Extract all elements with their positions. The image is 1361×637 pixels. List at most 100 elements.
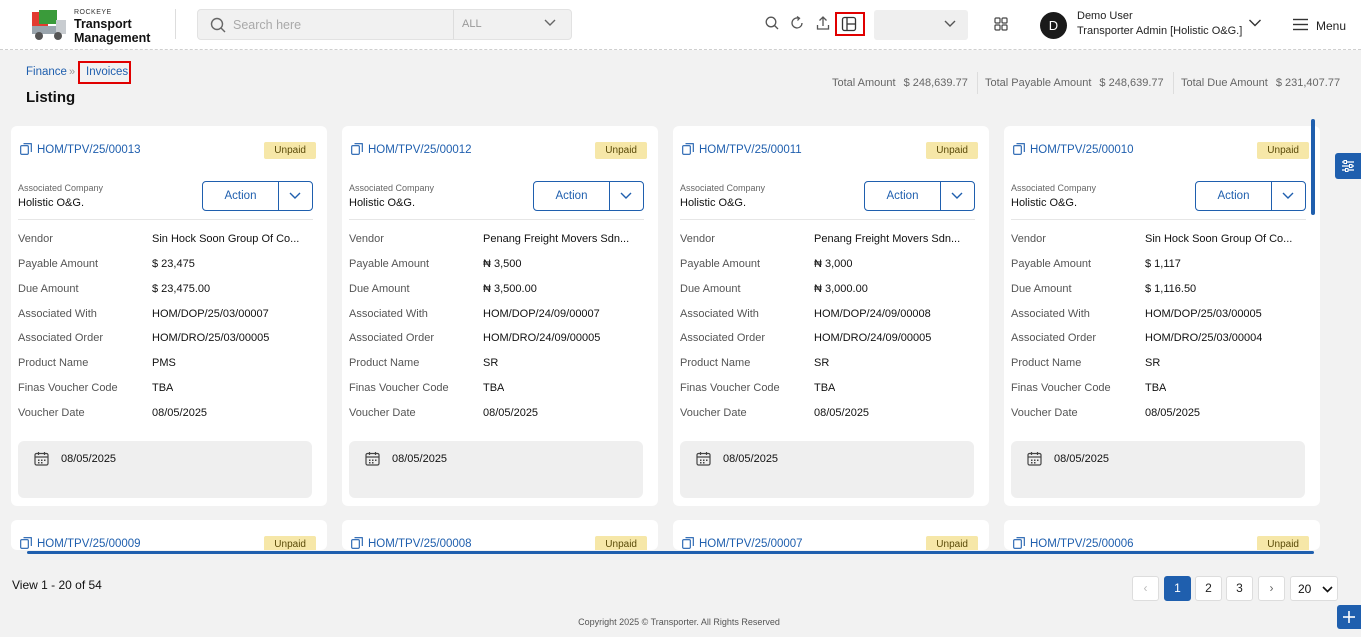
header-divider xyxy=(175,9,176,39)
upload-icon[interactable] xyxy=(815,15,831,31)
truck-logo-icon xyxy=(32,10,66,40)
field-label-product-name: Product Name xyxy=(18,357,89,369)
prev-page-button[interactable]: ‹ xyxy=(1132,576,1159,601)
field-value-product-name: PMS xyxy=(152,357,176,369)
invoice-id-link[interactable]: HOM/TPV/25/00013 xyxy=(20,143,141,156)
user-menu-chevron-icon[interactable] xyxy=(1248,18,1262,28)
associated-company-label: Associated Company xyxy=(18,183,104,193)
search-scope-select[interactable]: ALL xyxy=(453,10,572,39)
page-button-1[interactable]: 1 xyxy=(1164,576,1191,601)
filter-panel-toggle[interactable] xyxy=(1335,153,1361,179)
field-label-associated-with: Associated With xyxy=(1011,308,1090,320)
field-label-voucher-code: Finas Voucher Code xyxy=(18,382,118,394)
field-value-due-amount: ₦ 3,000.00 xyxy=(814,283,868,295)
action-button[interactable]: Action xyxy=(864,181,975,211)
next-page-button[interactable]: › xyxy=(1258,576,1285,601)
field-label-associated-with: Associated With xyxy=(680,308,759,320)
invoice-card: HOM/TPV/25/00012 Unpaid Associated Compa… xyxy=(342,126,658,506)
associated-company-label: Associated Company xyxy=(1011,183,1097,193)
card-divider xyxy=(1011,219,1306,220)
field-label-voucher-code: Finas Voucher Code xyxy=(680,382,780,394)
apps-grid-icon[interactable] xyxy=(994,17,1008,31)
invoice-id: HOM/TPV/25/00013 xyxy=(37,144,141,156)
calendar-icon xyxy=(696,452,711,466)
associated-company-value: Holistic O&G. xyxy=(1011,197,1078,209)
copyright-text: Copyright 2025 © Transporter. All Rights… xyxy=(578,617,780,627)
action-button-label[interactable]: Action xyxy=(1196,182,1272,210)
invoice-id-link[interactable]: HOM/TPV/25/00012 xyxy=(351,143,472,156)
invoice-card: HOM/TPV/25/00009 Unpaid xyxy=(11,520,327,550)
top-bar: ROCKEYE Transport Management ALL xyxy=(0,0,1361,50)
summary-total-label: Total Amount xyxy=(832,77,896,89)
action-button-label[interactable]: Action xyxy=(203,182,279,210)
field-value-voucher-code: TBA xyxy=(483,382,505,394)
action-button[interactable]: Action xyxy=(1195,181,1306,211)
chevron-down-icon[interactable] xyxy=(1282,192,1294,200)
field-label-due-amount: Due Amount xyxy=(680,283,741,295)
action-button[interactable]: Action xyxy=(202,181,313,211)
field-value-associated-with: HOM/DOP/25/03/00005 xyxy=(1145,308,1262,320)
search-input[interactable] xyxy=(233,16,443,34)
field-value-vendor: Penang Freight Movers Sdn... xyxy=(814,233,961,245)
user-name: Demo User xyxy=(1077,10,1133,22)
search-scope-value: ALL xyxy=(462,18,482,30)
horizontal-scrollbar[interactable] xyxy=(27,551,1314,554)
invoice-id-link[interactable]: HOM/TPV/25/00007 xyxy=(682,537,803,550)
invoice-id: HOM/TPV/25/00006 xyxy=(1030,538,1134,550)
summary-divider xyxy=(977,72,978,94)
field-label-payable-amount: Payable Amount xyxy=(18,258,99,270)
field-label-voucher-date: Voucher Date xyxy=(1011,407,1078,419)
card-date: 08/05/2025 xyxy=(723,453,779,465)
vertical-scrollbar[interactable] xyxy=(1311,119,1315,215)
field-label-associated-with: Associated With xyxy=(18,308,97,320)
invoice-card: HOM/TPV/25/00011 Unpaid Associated Compa… xyxy=(673,126,989,506)
plus-icon xyxy=(1343,611,1355,623)
field-value-vendor: Penang Freight Movers Sdn... xyxy=(483,233,630,245)
field-value-payable-amount: ₦ 3,000 xyxy=(814,258,853,270)
field-value-product-name: SR xyxy=(1145,357,1161,369)
per-page-select[interactable]: 20 xyxy=(1290,576,1338,601)
copy-document-icon xyxy=(20,537,32,549)
page-button-2[interactable]: 2 xyxy=(1195,576,1222,601)
field-label-voucher-date: Voucher Date xyxy=(18,407,85,419)
breadcrumb-finance[interactable]: Finance xyxy=(26,66,67,78)
status-badge: Unpaid xyxy=(595,536,647,550)
status-badge: Unpaid xyxy=(595,142,647,159)
chevron-down-icon[interactable] xyxy=(620,192,632,200)
invoice-id-link[interactable]: HOM/TPV/25/00011 xyxy=(682,143,802,156)
field-label-payable-amount: Payable Amount xyxy=(680,258,761,270)
field-label-payable-amount: Payable Amount xyxy=(349,258,430,270)
chevron-down-icon xyxy=(1322,586,1333,593)
copy-document-icon xyxy=(351,143,363,155)
refresh-icon[interactable] xyxy=(789,15,805,31)
chevron-down-icon[interactable] xyxy=(951,192,963,200)
page-button-3[interactable]: 3 xyxy=(1226,576,1253,601)
summary-due-value: $ 231,407.77 xyxy=(1275,77,1341,89)
hamburger-menu-icon[interactable] xyxy=(1293,18,1308,31)
invoice-id-link[interactable]: HOM/TPV/25/00010 xyxy=(1013,143,1134,156)
field-label-product-name: Product Name xyxy=(680,357,751,369)
field-value-due-amount: ₦ 3,500.00 xyxy=(483,283,537,295)
header-dropdown[interactable] xyxy=(874,10,968,40)
app-title-line2: Management xyxy=(74,31,151,45)
add-button[interactable] xyxy=(1337,605,1361,629)
action-button-label[interactable]: Action xyxy=(865,182,941,210)
action-button-label[interactable]: Action xyxy=(534,182,610,210)
layout-view-icon[interactable] xyxy=(841,16,857,32)
field-value-associated-order: HOM/DRO/24/09/00005 xyxy=(483,332,601,344)
field-label-associated-order: Associated Order xyxy=(349,332,434,344)
menu-label[interactable]: Menu xyxy=(1316,19,1346,33)
status-badge: Unpaid xyxy=(264,536,316,550)
invoice-id-link[interactable]: HOM/TPV/25/00009 xyxy=(20,537,141,550)
card-date-box: 08/05/2025 xyxy=(18,441,312,498)
calendar-icon xyxy=(34,452,49,466)
action-button[interactable]: Action xyxy=(533,181,644,211)
search-icon[interactable] xyxy=(764,15,780,31)
avatar[interactable]: D xyxy=(1040,12,1067,39)
field-value-voucher-code: TBA xyxy=(152,382,174,394)
chevron-down-icon[interactable] xyxy=(289,192,301,200)
summary-total: Total Amount $ 248,639.77 xyxy=(832,77,968,89)
invoice-id-link[interactable]: HOM/TPV/25/00006 xyxy=(1013,537,1134,550)
invoice-id-link[interactable]: HOM/TPV/25/00008 xyxy=(351,537,472,550)
status-badge: Unpaid xyxy=(1257,536,1309,550)
